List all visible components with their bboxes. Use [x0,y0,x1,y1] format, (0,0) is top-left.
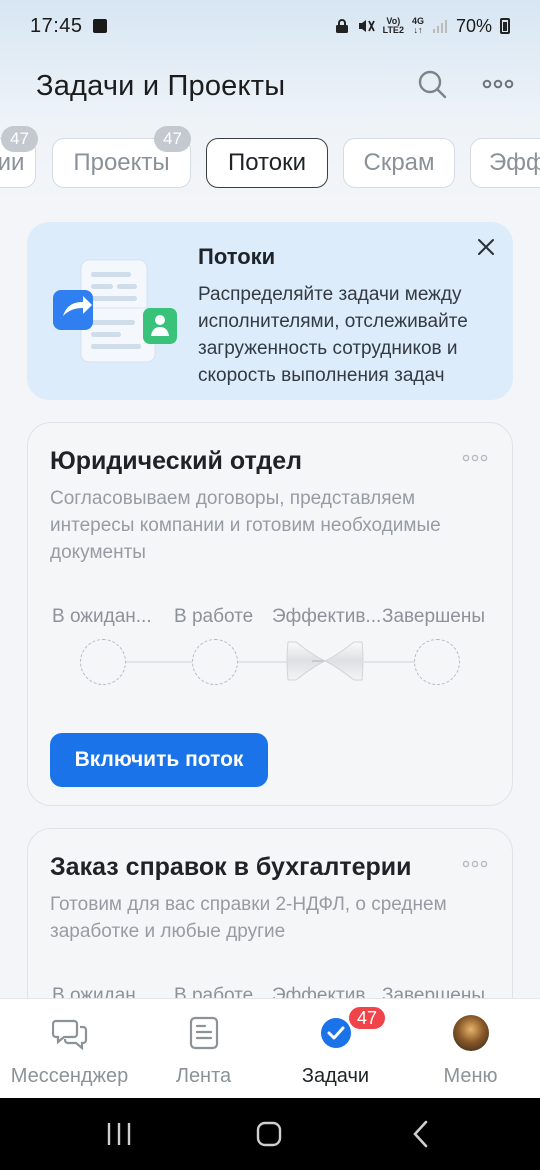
notification-icon [92,19,107,33]
flow-title: Заказ справок в бухгалтерии [50,853,412,881]
flow-description: Согласовываем договоры, представляем инт… [50,488,441,563]
mute-icon [358,20,375,32]
nav-label: Мессенджер [10,1065,129,1087]
more-horizontal-icon[interactable] [462,859,488,869]
more-horizontal-icon[interactable] [462,453,488,463]
network-gen: 4G ↓↑ [411,16,424,35]
back-icon[interactable] [406,1120,436,1148]
flows-info-card: Потоки Распределяйте задачи между исполн… [27,222,513,400]
info-card-title: Потоки [198,244,276,269]
tab-badge: 47 [1,126,38,152]
stage-circle [414,639,460,685]
flows-illustration-icon [53,259,177,363]
system-navigation-bar [0,1098,540,1170]
recent-apps-icon[interactable] [104,1120,134,1148]
avatar [452,1015,489,1051]
page-header: Задачи и Проекты [0,56,540,116]
nav-label: Задачи [301,1065,370,1087]
hourglass-icon [286,641,364,681]
stage-label: Завершены [382,606,486,627]
more-horizontal-icon[interactable] [482,74,514,94]
tab-badge: 47 [154,126,191,152]
lock-icon [335,19,348,33]
info-card-text: Распределяйте задачи между исполнителями… [198,284,468,386]
battery-percent: 70% [455,15,492,36]
chat-icon [51,1019,87,1051]
stage-connector [364,661,414,663]
tab-bar: ии 47 Проекты 47 Потоки Скрам Эфф [0,126,540,192]
nav-label: Лента [175,1065,232,1087]
home-icon[interactable] [254,1120,284,1148]
stage-connector [238,661,288,663]
tab-efficiency[interactable]: Эфф [470,138,540,188]
battery-icon [500,18,510,34]
signal-icon [432,20,447,33]
status-time: 17:45 [30,14,83,37]
flow-description: Готовим для вас справки 2-НДФЛ, о средне… [50,894,447,942]
network-volte: Vo) LTE2 [382,16,404,35]
stage-circle [80,639,126,685]
nav-messenger[interactable]: Мессенджер [2,999,137,1099]
nav-feed[interactable]: Лента [136,999,271,1099]
status-bar: 17:45 Vo) LTE2 4G ↓↑ 70% [0,0,540,52]
bottom-navigation: Мессенджер Лента 47 Задачи Меню [0,998,540,1098]
nav-menu[interactable]: Меню [403,999,538,1099]
nav-label: Меню [443,1065,498,1087]
stage-circle [192,639,238,685]
tab-flows[interactable]: Потоки [206,138,328,188]
search-icon[interactable] [416,68,448,100]
feed-icon [189,1016,218,1050]
flow-title: Юридический отдел [50,447,303,475]
tab-scrum[interactable]: Скрам [343,138,455,188]
stage-connector [126,661,192,663]
stage-label: В работе [174,606,254,627]
stage-label: В ожидан... [52,606,152,627]
nav-tasks[interactable]: 47 Задачи [268,999,403,1099]
page-title: Задачи и Проекты [36,69,286,102]
enable-flow-button[interactable]: Включить поток [50,733,268,787]
flow-card[interactable]: Юридический отдел Согласовываем договоры… [27,422,513,806]
stage-label: Эффектив... [272,606,382,627]
close-icon[interactable] [475,236,497,258]
tasks-count-badge: 47 [347,1005,388,1031]
